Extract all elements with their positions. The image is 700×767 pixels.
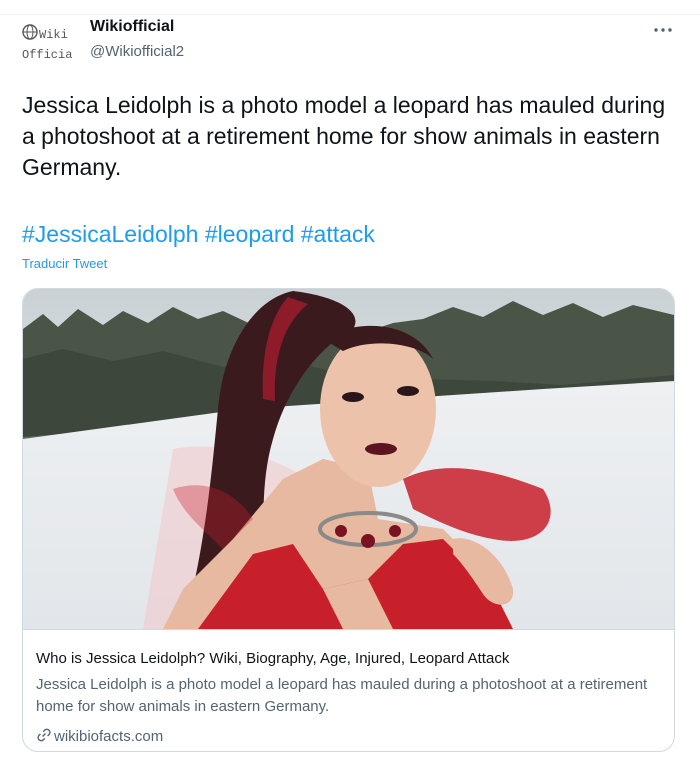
hashtag-jessicaleidolph[interactable]: #JessicaLeidolph — [22, 221, 198, 247]
translate-tweet-link[interactable]: Traducir Tweet — [22, 256, 107, 271]
globe-icon — [22, 24, 38, 40]
card-body[interactable]: Who is Jessica Leidolph? Wiki, Biography… — [23, 629, 674, 751]
hashtag-attack[interactable]: #attack — [301, 221, 375, 247]
link-card[interactable]: Who is Jessica Leidolph? Wiki, Biography… — [22, 288, 675, 752]
avatar-text-bottom: Official — [22, 48, 74, 62]
card-domain: wikibiofacts.com — [36, 727, 163, 745]
avatar[interactable]: Wiki Official — [20, 20, 74, 70]
card-image[interactable] — [23, 289, 674, 629]
more-button[interactable] — [651, 20, 675, 40]
tweet-text: Jessica Leidolph is a photo model a leop… — [22, 92, 666, 180]
card-domain-text: wikibiofacts.com — [54, 728, 164, 745]
link-icon — [36, 727, 52, 743]
hashtags: #JessicaLeidolph #leopard #attack — [22, 219, 375, 250]
tweet[interactable]: Wiki Official Wikiofficial @Wikiofficial… — [0, 0, 700, 767]
display-name[interactable]: Wikiofficial — [90, 18, 174, 36]
hashtag-leopard[interactable]: #leopard — [205, 221, 295, 247]
face — [320, 331, 436, 487]
divider — [0, 14, 700, 15]
card-title: Who is Jessica Leidolph? Wiki, Biography… — [36, 650, 510, 667]
card-description: Jessica Leidolph is a photo model a leop… — [36, 676, 648, 715]
more-icon — [654, 28, 672, 32]
user-handle[interactable]: @Wikiofficial2 — [90, 43, 184, 60]
avatar-text-top: Wiki — [39, 28, 68, 42]
